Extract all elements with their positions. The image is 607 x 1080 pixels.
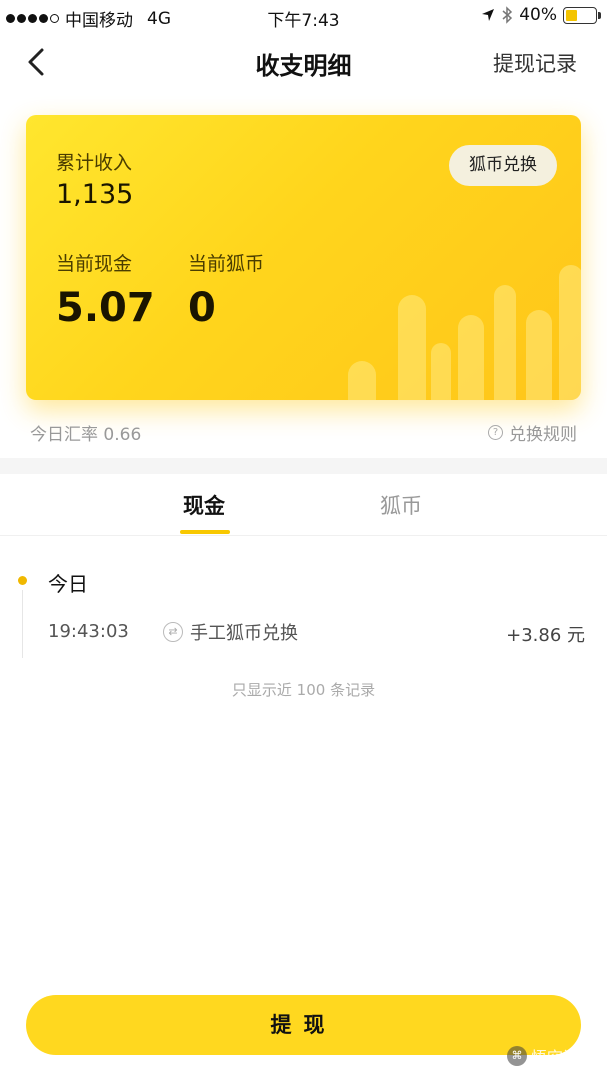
record-tabs: 现金 狐币 — [0, 474, 607, 536]
record-type: ⇄ 手工狐币兑换 — [163, 619, 298, 645]
card-decoration — [526, 310, 552, 400]
current-cash-label: 当前现金 — [56, 253, 133, 275]
location-arrow-icon — [482, 9, 495, 21]
current-coin-label: 当前狐币 — [188, 253, 265, 275]
day-group-label: 今日 — [48, 572, 88, 596]
bluetooth-icon — [502, 6, 513, 24]
status-right: 40% — [481, 5, 601, 25]
tab-coin[interactable]: 狐币 — [380, 490, 422, 520]
withdraw-button[interactable]: 提现 — [26, 995, 581, 1055]
nav-bar: 收支明细 提现记录 — [0, 32, 607, 92]
withdraw-history-link[interactable]: 提现记录 — [493, 48, 577, 78]
question-icon: ? — [488, 425, 503, 440]
watermark: ⌘ 悟空问答 — [506, 1044, 595, 1068]
current-coin-value: 0 — [188, 285, 216, 331]
total-income-value: 1,135 — [56, 179, 134, 210]
exchange-rules-label: 兑换规则 — [509, 425, 577, 445]
card-decoration — [559, 265, 581, 400]
record-type-label: 手工狐币兑换 — [190, 623, 298, 644]
balance-card: 累计收入 1,135 狐币兑换 当前现金 当前狐币 5.07 0 — [26, 115, 581, 400]
card-decoration — [348, 361, 376, 400]
card-decoration — [431, 343, 451, 400]
battery-percent: 40% — [519, 5, 557, 25]
record-amount: +3.86 元 — [506, 625, 585, 646]
records-limit-hint: 只显示近 100 条记录 — [231, 681, 376, 699]
section-divider — [0, 458, 607, 474]
total-income-label: 累计收入 — [56, 152, 133, 174]
active-tab-indicator — [180, 530, 230, 534]
watermark-logo-icon: ⌘ — [506, 1046, 527, 1066]
timeline-dot — [18, 576, 27, 585]
current-cash-value: 5.07 — [56, 285, 155, 331]
exchange-rate-text: 今日汇率 0.66 — [30, 425, 142, 445]
exchange-rules-link[interactable]: ? 兑换规则 — [488, 420, 577, 445]
record-time: 19:43:03 — [48, 621, 129, 642]
watermark-text: 悟空问答 — [530, 1048, 595, 1067]
battery-icon — [563, 6, 601, 24]
battery-level-fill — [566, 9, 578, 21]
tab-cash[interactable]: 现金 — [183, 490, 225, 520]
card-decoration — [494, 285, 516, 400]
list-item[interactable]: 19:43:03 ⇄ 手工狐币兑换 +3.86 元 — [0, 617, 607, 651]
exchange-icon: ⇄ — [163, 622, 183, 642]
card-decoration — [398, 295, 426, 400]
coin-exchange-button[interactable]: 狐币兑换 — [449, 145, 557, 186]
status-bar: 中国移动 4G 下午7:43 40% — [0, 0, 607, 32]
card-decoration — [458, 315, 484, 400]
